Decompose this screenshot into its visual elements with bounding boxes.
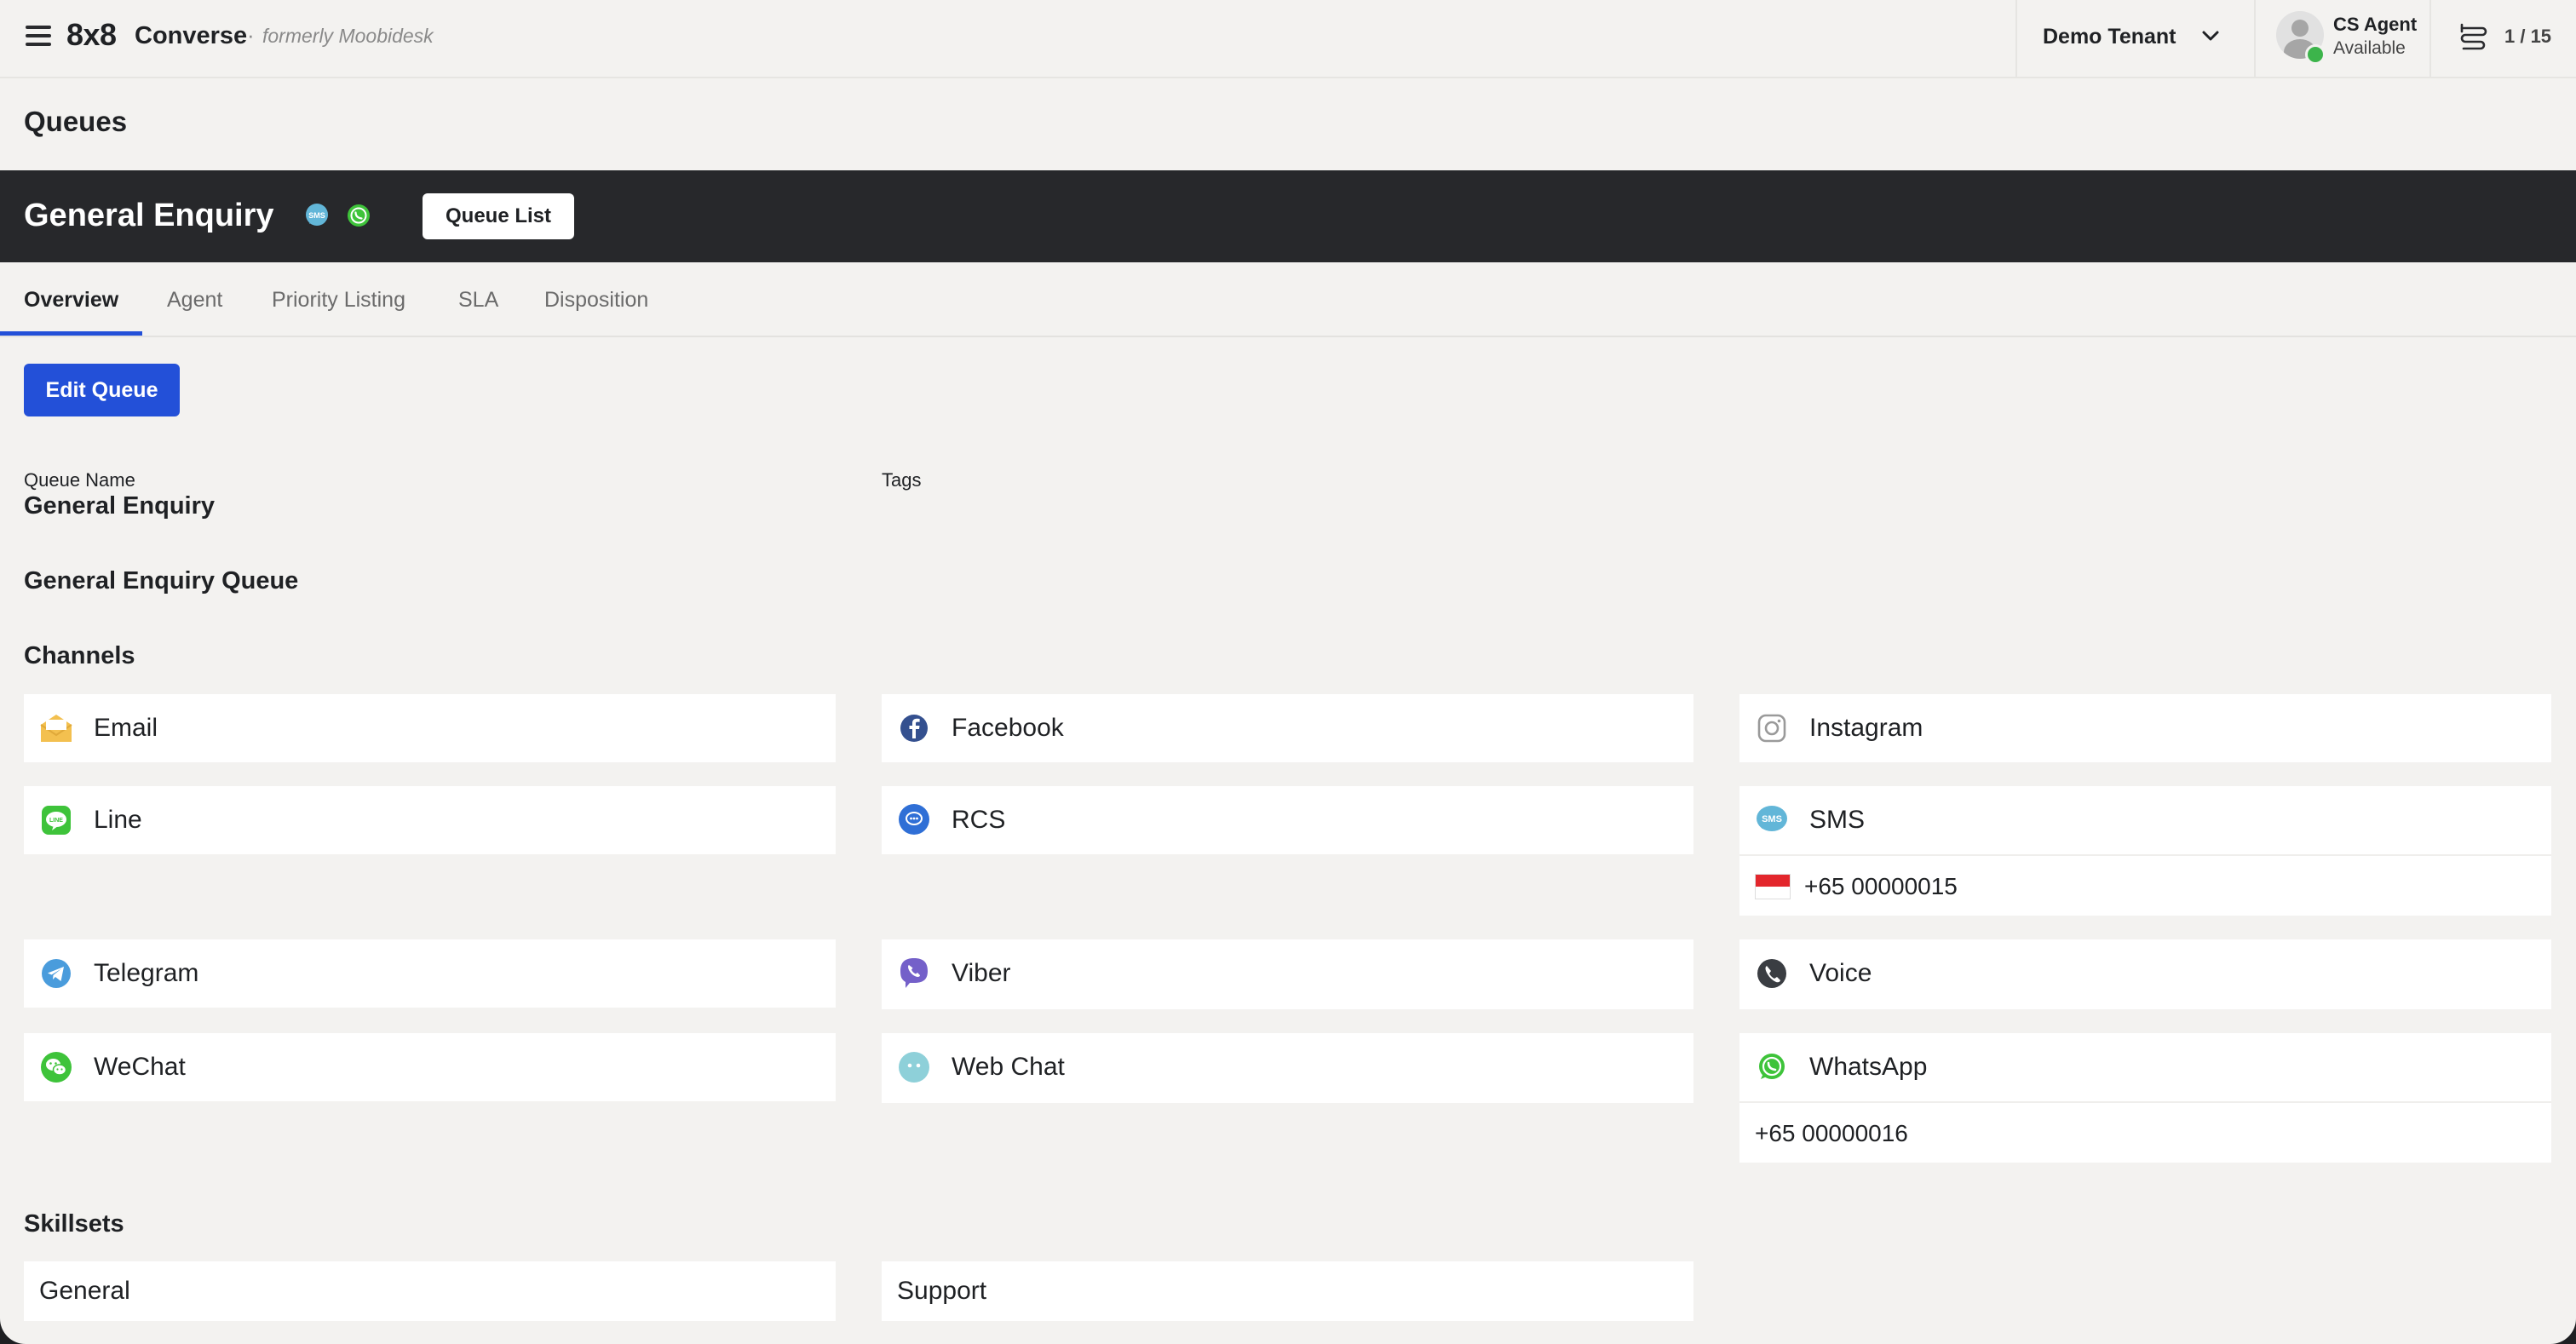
agent-name: CS Agent bbox=[2333, 14, 2418, 35]
singapore-flag-icon bbox=[1755, 874, 1791, 899]
tenant-selector[interactable]: Demo Tenant bbox=[2043, 25, 2176, 49]
tab-disposition[interactable]: Disposition bbox=[544, 288, 648, 313]
whatsapp-number-row: +65 00000016 bbox=[1739, 1101, 2551, 1164]
queue-name-value: General Enquiry bbox=[24, 492, 216, 520]
rcs-icon bbox=[899, 804, 929, 835]
app-window: 8x8 Converse · formerly Moobidesk Demo T… bbox=[0, 0, 2576, 1344]
svg-text:SMS: SMS bbox=[308, 211, 325, 220]
tab-overview[interactable]: Overview bbox=[24, 288, 118, 313]
divider bbox=[2254, 0, 2256, 77]
channel-card-facebook: Facebook bbox=[882, 694, 1693, 762]
instagram-icon bbox=[1757, 714, 1786, 743]
channel-card-instagram: Instagram bbox=[1739, 694, 2551, 762]
channel-card-sms: SMS SMS +65 00000015 bbox=[1739, 786, 2551, 916]
channel-name: Email bbox=[94, 714, 158, 742]
whatsapp-icon bbox=[1759, 1054, 1785, 1079]
channel-card-wechat: WeChat bbox=[24, 1033, 836, 1101]
channel-name: Instagram bbox=[1809, 714, 1923, 742]
active-tab-indicator bbox=[0, 331, 142, 336]
email-icon bbox=[40, 715, 72, 742]
product-name: Converse bbox=[135, 22, 248, 49]
skillset-item: General bbox=[24, 1261, 836, 1321]
sms-number-row: +65 00000015 bbox=[1739, 854, 2551, 917]
page-title: Queues bbox=[24, 106, 128, 137]
svg-text:LINE: LINE bbox=[49, 818, 63, 824]
whatsapp-number: +65 00000016 bbox=[1755, 1120, 1908, 1146]
channel-name: Facebook bbox=[952, 714, 1064, 742]
top-bar: 8x8 Converse · formerly Moobidesk Demo T… bbox=[0, 0, 2576, 78]
channel-name: Web Chat bbox=[952, 1053, 1065, 1081]
channel-card-email: Email bbox=[24, 694, 836, 762]
brand-separator: · bbox=[247, 22, 255, 48]
facebook-icon bbox=[900, 715, 928, 742]
telegram-icon bbox=[42, 959, 71, 988]
channel-name: WeChat bbox=[94, 1053, 186, 1081]
svg-text:SMS: SMS bbox=[1762, 814, 1782, 824]
edit-queue-button[interactable]: Edit Queue bbox=[24, 364, 180, 416]
phone-icon bbox=[1757, 959, 1786, 988]
divider bbox=[2015, 0, 2017, 77]
tags-label: Tags bbox=[882, 469, 922, 491]
channel-name: Line bbox=[94, 806, 142, 834]
tab-bar: Overview Agent Priority Listing SLA Disp… bbox=[0, 264, 2576, 337]
formerly-label: formerly Moobidesk bbox=[262, 25, 434, 47]
menu-icon[interactable] bbox=[26, 26, 51, 46]
whatsapp-icon bbox=[348, 204, 370, 227]
tasks-icon[interactable] bbox=[2457, 22, 2489, 55]
tab-agent[interactable]: Agent bbox=[167, 288, 222, 313]
channel-name: Voice bbox=[1809, 959, 1872, 987]
channel-name: Telegram bbox=[94, 959, 199, 987]
webchat-icon bbox=[899, 1052, 929, 1083]
status-available-icon bbox=[2305, 44, 2326, 65]
channel-name: WhatsApp bbox=[1809, 1053, 1928, 1081]
channel-card-line: LINE Line bbox=[24, 786, 836, 854]
chevron-down-icon[interactable] bbox=[2201, 29, 2220, 43]
line-icon: LINE bbox=[42, 806, 71, 835]
channel-card-voice: Voice bbox=[1739, 939, 2551, 1009]
skillset-name: General bbox=[39, 1277, 130, 1305]
tab-sla[interactable]: SLA bbox=[458, 288, 498, 313]
sms-icon: SMS bbox=[1757, 806, 1787, 831]
queue-description: General Enquiry Queue bbox=[24, 567, 299, 594]
brand-logo: 8x8 bbox=[66, 17, 117, 52]
queue-header-bar bbox=[0, 170, 2576, 262]
wechat-icon bbox=[41, 1052, 72, 1083]
channels-heading: Channels bbox=[24, 642, 135, 669]
queue-list-button[interactable]: Queue List bbox=[423, 193, 574, 239]
task-counter: 1 / 15 bbox=[2504, 26, 2552, 47]
channel-name: SMS bbox=[1809, 806, 1866, 834]
tab-priority-listing[interactable]: Priority Listing bbox=[272, 288, 405, 313]
channel-name: RCS bbox=[952, 806, 1006, 834]
channel-card-rcs: RCS bbox=[882, 786, 1693, 854]
queue-title: General Enquiry bbox=[24, 198, 274, 233]
skillset-item: Support bbox=[882, 1261, 1693, 1321]
channel-name: Viber bbox=[952, 959, 1011, 987]
sms-number: +65 00000015 bbox=[1804, 873, 1958, 899]
viber-icon bbox=[900, 958, 928, 988]
channel-card-web-chat: Web Chat bbox=[882, 1033, 1693, 1103]
skillset-name: Support bbox=[897, 1277, 987, 1305]
skillsets-heading: Skillsets bbox=[24, 1210, 124, 1238]
channel-card-telegram: Telegram bbox=[24, 939, 836, 1008]
channel-card-whatsapp: WhatsApp +65 00000016 bbox=[1739, 1033, 2551, 1163]
channel-card-viber: Viber bbox=[882, 939, 1693, 1009]
agent-status: Available bbox=[2333, 38, 2406, 58]
sms-icon: SMS bbox=[306, 204, 328, 226]
queue-name-label: Queue Name bbox=[24, 469, 135, 491]
divider bbox=[2429, 0, 2431, 77]
